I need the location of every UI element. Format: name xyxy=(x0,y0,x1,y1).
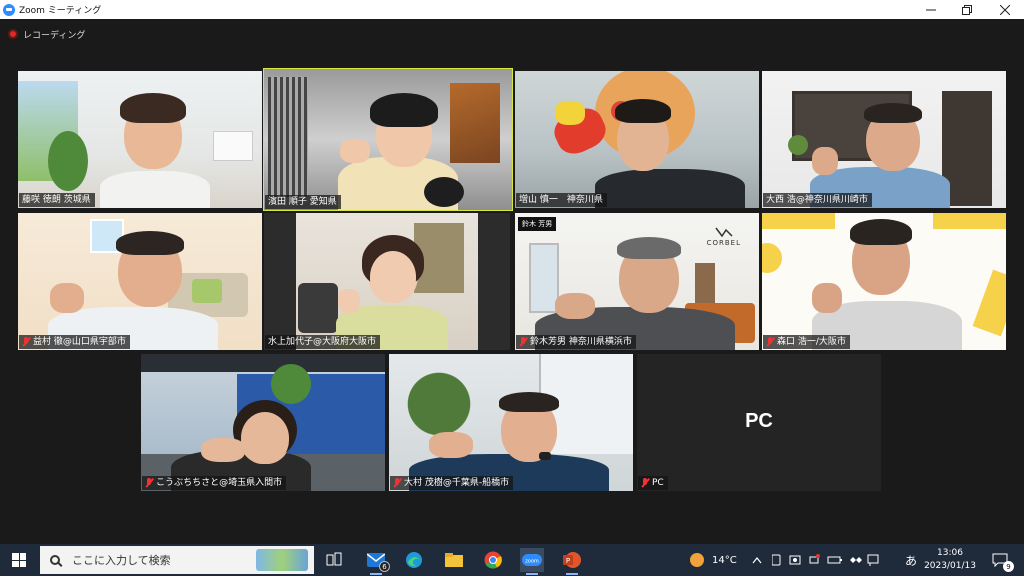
mic-muted-icon xyxy=(22,337,30,347)
svg-text:zoom: zoom xyxy=(525,559,539,565)
recording-label: レコーディング xyxy=(23,30,86,41)
powerpoint-app-button[interactable]: P xyxy=(560,548,584,575)
mic-muted-icon xyxy=(766,337,774,347)
mic-muted-icon xyxy=(641,478,649,488)
clock-time: 13:06 xyxy=(937,548,963,558)
mic-muted-icon xyxy=(519,337,527,347)
corbel-logo-icon xyxy=(715,227,733,238)
svg-text:P: P xyxy=(566,557,570,565)
window-title: Zoom ミーティング xyxy=(19,6,102,16)
weather-widget[interactable]: 14°C xyxy=(690,544,737,576)
video-tile[interactable]: 鈴木 芳男 CORBEL 鈴木芳男 神奈川県横浜市 xyxy=(515,213,759,350)
zoom-app-button[interactable]: zoom xyxy=(520,548,544,575)
mail-app-button[interactable]: 6 xyxy=(364,548,390,575)
chevron-up-icon xyxy=(752,557,762,564)
search-icon xyxy=(50,555,60,565)
file-explorer-button[interactable] xyxy=(442,548,466,572)
video-tile[interactable]: 増山 慎一 神奈川県 xyxy=(515,71,759,208)
video-tile[interactable]: 藤咲 徳朗 茨城県 xyxy=(18,71,262,208)
recording-indicator[interactable]: レコーディング xyxy=(8,27,85,41)
video-tile-camera-off[interactable]: PC PC xyxy=(637,354,881,491)
participant-name-label: こうぶちちさと@埼玉県入間市 xyxy=(142,476,287,490)
clock-date: 2023/01/13 xyxy=(924,561,976,571)
video-tile[interactable]: 大村 茂樹@千葉県-船橋市 xyxy=(389,354,633,491)
search-highlight-image xyxy=(256,549,308,571)
participant-name-label: 森口 浩一/大阪市 xyxy=(763,335,850,349)
task-view-button[interactable] xyxy=(322,548,346,572)
mic-muted-icon xyxy=(393,478,401,488)
tray-icons[interactable] xyxy=(772,544,882,576)
weather-temperature: 14°C xyxy=(712,554,737,566)
participant-name-label: 濱田 順子 愛知県 xyxy=(265,195,341,209)
weather-sun-icon xyxy=(690,553,704,567)
powerpoint-icon: P xyxy=(563,552,581,568)
participant-display-name: PC xyxy=(745,410,773,432)
zoom-logo-icon xyxy=(3,3,15,16)
corbel-logo: CORBEL xyxy=(707,227,741,247)
notification-badge: 9 xyxy=(1003,561,1014,572)
taskbar-search[interactable]: ここに入力して検索 xyxy=(40,546,314,574)
windows-taskbar: ここに入力して検索 6 zoom P 14°C あ 13:06 2023/01/… xyxy=(0,544,1024,576)
minimize-icon xyxy=(926,9,936,10)
participant-name-label: 藤咲 徳朗 茨城県 xyxy=(19,193,95,207)
minimize-button[interactable] xyxy=(912,0,950,19)
edge-app-button[interactable] xyxy=(402,548,426,572)
video-tile[interactable]: こうぶちちさと@埼玉県入間市 xyxy=(141,354,385,491)
title-bar: Zoom ミーティング xyxy=(0,0,1024,19)
close-icon xyxy=(1000,4,1010,15)
edge-icon xyxy=(406,552,422,568)
record-icon xyxy=(8,29,18,39)
participant-name-label: 水上加代子@大阪府大阪市 xyxy=(265,335,381,349)
video-tile[interactable]: 森口 浩一/大阪市 xyxy=(762,213,1006,350)
clock[interactable]: 13:06 2023/01/13 xyxy=(921,547,979,573)
search-placeholder: ここに入力して検索 xyxy=(72,554,171,567)
participant-name-label: 増山 慎一 神奈川県 xyxy=(516,193,607,207)
system-tray-icons xyxy=(772,554,879,566)
close-button[interactable] xyxy=(986,0,1024,19)
windows-logo-icon xyxy=(12,553,26,567)
video-tile-active-speaker[interactable]: 濱田 順子 愛知県 xyxy=(263,68,513,211)
video-tile[interactable]: 水上加代子@大阪府大阪市 xyxy=(264,213,510,350)
participant-name-label: 大西 浩@神奈川県川崎市 xyxy=(763,193,872,207)
participant-name-label: PC xyxy=(638,476,668,490)
chrome-app-button[interactable] xyxy=(481,548,505,572)
video-tile[interactable]: 益村 徹@山口県宇部市 xyxy=(18,213,262,350)
maximize-button[interactable] xyxy=(948,0,986,19)
file-explorer-icon xyxy=(445,553,463,567)
notification-center-button[interactable]: 9 xyxy=(988,548,1014,572)
zoom-window: Zoom ミーティング レコーディング 藤咲 徳朗 茨城県 濱田 順子 愛知県 … xyxy=(0,0,1024,576)
participant-name-label: 鈴木芳男 神奈川県横浜市 xyxy=(516,335,636,349)
mail-badge: 6 xyxy=(379,561,390,572)
video-overlay-tag: 鈴木 芳男 xyxy=(518,217,557,231)
participant-name-label: 益村 徹@山口県宇部市 xyxy=(19,335,130,349)
restore-icon xyxy=(962,4,972,15)
tray-overflow-button[interactable] xyxy=(752,544,762,576)
chrome-icon xyxy=(484,551,502,569)
task-view-icon xyxy=(326,552,342,566)
start-button[interactable] xyxy=(0,544,38,576)
ime-indicator[interactable]: あ xyxy=(905,544,917,576)
mic-muted-icon xyxy=(145,478,153,488)
video-tile[interactable]: 大西 浩@神奈川県川崎市 xyxy=(762,71,1006,208)
participant-name-label: 大村 茂樹@千葉県-船橋市 xyxy=(390,476,514,490)
zoom-icon: zoom xyxy=(522,554,542,566)
